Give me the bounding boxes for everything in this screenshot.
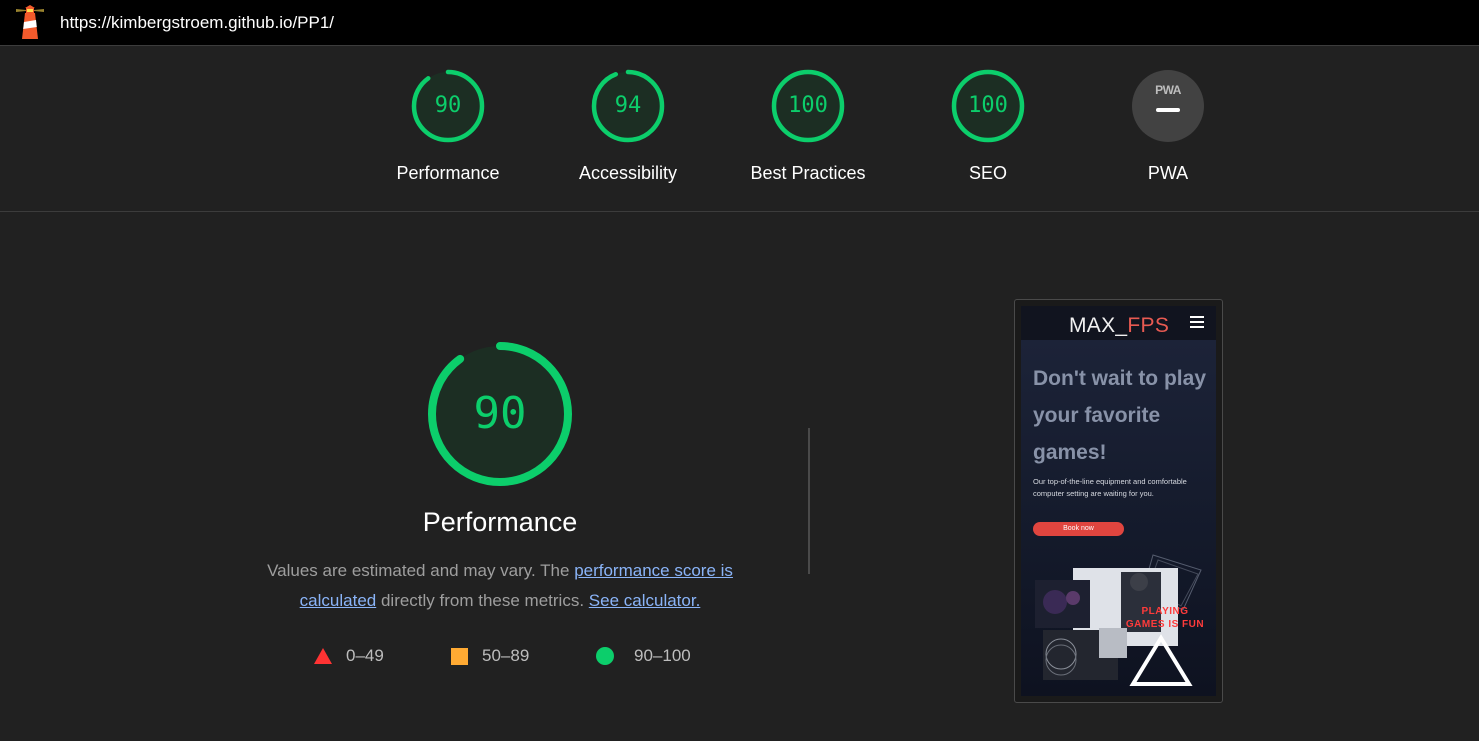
gauge-accessibility[interactable]: 94 Accessibility [548,69,708,184]
performance-score-value: 90 [473,388,527,439]
score-ring: 94 [591,69,665,143]
gauge-best-practices[interactable]: 100 Best Practices [728,69,888,184]
gauge-label: SEO [968,163,1007,183]
gauge-performance[interactable]: 90 Performance [368,69,528,184]
score-ring: 100 [771,69,845,143]
gauge-label: PWA [1147,163,1189,183]
legend-range: 90–100 [634,646,691,665]
vertical-divider [808,428,810,574]
legend-range: 50–89 [482,646,530,665]
hamburger-menu-icon [1190,316,1204,331]
brand-prefix: MAX_ [1069,314,1128,337]
gauge-label: Best Practices [750,163,866,183]
gauge-pwa[interactable]: PWA PWA [1088,69,1248,184]
legend-average: 50–89 [451,644,529,668]
score-ring: 100 [951,69,1025,143]
pwa-dash [1156,108,1180,112]
legend-range: 0–49 [346,646,384,665]
hero-art-text: PLAYING GAMES IS FUN [1125,606,1205,630]
description-text: Values are estimated and may vary. The [267,561,575,580]
lighthouse-icon [16,5,44,39]
average-square-icon [451,647,468,665]
site-brand: MAX_FPS [1069,314,1169,338]
pwa-badge-text: PWA [1155,83,1181,97]
score-value: 100 [968,93,1008,118]
top-bar: https://kimbergstroem.github.io/PP1/ [0,0,1479,46]
fail-triangle-icon [314,648,332,664]
performance-gauge-large: 90 [426,340,574,488]
performance-title: Performance [422,507,578,537]
legend-pass: 90–100 [596,644,691,668]
legend-fail: 0–49 [314,644,384,668]
gauge-label: Accessibility [578,163,678,183]
performance-description: Values are estimated and may vary. The p… [240,556,760,616]
see-calculator-link[interactable]: See calculator. [589,591,701,610]
brand-suffix: FPS [1127,314,1170,337]
final-screenshot: MAX_FPS Don't wait to play your favorite… [1021,306,1216,696]
site-navbar: MAX_FPS [1021,306,1216,340]
score-ring: 90 [411,69,485,143]
book-now-button: Book now [1033,522,1124,536]
site-hero: Don't wait to play your favorite games! … [1021,340,1216,696]
description-text: directly from these metrics. [376,591,589,610]
score-gauges-row: 90 Performance 94 Accessibility 100 Best… [0,47,1479,212]
score-value: 90 [434,93,462,118]
final-screenshot-frame[interactable]: MAX_FPS Don't wait to play your favorite… [1014,299,1223,703]
score-value: 94 [614,93,642,118]
score-value: 100 [788,93,828,118]
gauge-seo[interactable]: 100 SEO [908,69,1068,184]
hero-subtext: Our top-of-the-line equipment and comfor… [1033,477,1187,498]
pwa-badge-icon: PWA [1132,70,1204,142]
page-url-link[interactable]: https://kimbergstroem.github.io/PP1/ [60,13,334,33]
hero-headline: Don't wait to play your favorite games! [1033,367,1206,464]
gauge-label: Performance [396,163,500,183]
pass-circle-icon [596,647,614,665]
